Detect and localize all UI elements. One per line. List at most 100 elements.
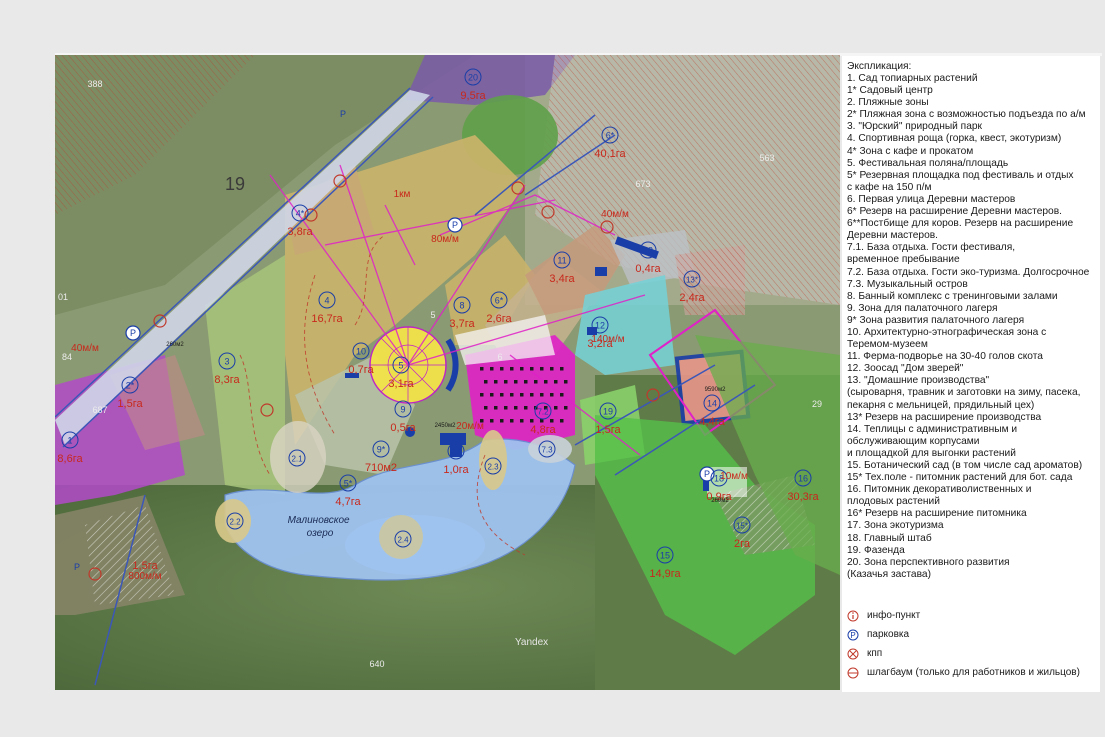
- legend-symbol-label: шлагбаум (только для работников и жильцо…: [867, 667, 1080, 678]
- zone-area: 710м2: [365, 462, 397, 474]
- cabin-dot: [524, 380, 528, 384]
- cabin-dot: [520, 367, 524, 371]
- zone-number: 5*: [344, 479, 353, 489]
- cabin-dot: [524, 406, 528, 410]
- parcel-number: 19: [225, 174, 245, 194]
- zone-number: 13*: [686, 276, 698, 285]
- parcel-number: 5: [430, 310, 435, 320]
- legend-item: 7.2. База отдыха. Гости эко-туризма. Дол…: [847, 266, 1090, 278]
- map-annotation: 9590м2: [705, 387, 726, 393]
- legend-symbol-info: инфо-пункт: [847, 610, 920, 622]
- legend-item: 1. Сад топиарных растений: [847, 73, 978, 84]
- legend-symbol-parking: P парковка: [847, 629, 909, 641]
- legend-item: 9* Зона развития палаточного лагеря: [847, 314, 1025, 326]
- info-icon: [847, 610, 859, 622]
- cabin-dot: [480, 393, 484, 397]
- zone-number: 10: [356, 347, 366, 357]
- legend-item: 13* Резерв на расширение производства: [847, 411, 1042, 423]
- cabin-dot: [494, 406, 498, 410]
- zone-area: 4,7га: [335, 496, 361, 508]
- zone-number: 6*: [495, 296, 504, 306]
- zone-area: 9,5га: [460, 90, 486, 102]
- svg-text:P: P: [130, 328, 136, 338]
- map-annotation: 140м/м: [591, 334, 624, 345]
- legend-symbol-label: кпп: [867, 648, 883, 659]
- map-annotation: 40м/м: [71, 343, 99, 354]
- zone-area: 3,4га: [549, 273, 575, 285]
- legend-symbol-label: парковка: [867, 629, 910, 640]
- map-annotation: 80м/м: [431, 234, 459, 245]
- legend-item: 5. Фестивальная поляна/площадь: [847, 157, 1009, 169]
- zone-area: 2,6га: [486, 313, 512, 325]
- zone-number: 12: [595, 321, 605, 331]
- cabin-dot: [520, 393, 524, 397]
- legend-item: 4. Спортивная роща (горка, квест, экотур…: [847, 133, 1062, 145]
- legend-item: 1* Садовый центр: [847, 85, 933, 97]
- cabin-dot: [550, 367, 554, 371]
- legend-item: 13. "Домашние производства" (сыроварня, …: [847, 375, 1081, 411]
- legend-item: 15* Тех.поле - питомник растений для бот…: [847, 472, 1073, 484]
- legend-item: 7.3. Музыкальный остров: [847, 278, 968, 290]
- zone-number: 3: [224, 357, 229, 367]
- zone-area: 0,5га: [390, 422, 416, 434]
- zone-number: 16: [798, 474, 808, 484]
- svg-text:P: P: [74, 562, 80, 572]
- lake-name-line-1: Малиновское: [288, 515, 350, 526]
- legend-item: 11. Ферма-подворье на 30-40 голов скота: [847, 351, 1043, 363]
- zone-number: 14: [707, 399, 717, 409]
- map-annotation: 2450м2: [435, 423, 456, 429]
- legend-symbol-checkpoint: кпп: [847, 648, 882, 660]
- cabin-dot: [550, 393, 554, 397]
- legend-item: 3. "Юрский" природный парк: [847, 121, 982, 133]
- map-annotation: 800м/м: [128, 571, 161, 582]
- legend-item: 14. Теплицы с административным и обслужи…: [847, 423, 1018, 459]
- cabin-dot: [500, 419, 504, 423]
- parcel-number: 29: [812, 399, 822, 409]
- legend-item: 5* Резервная площадка под фестиваль и от…: [847, 169, 1074, 193]
- master-plan-map[interactable]: P P P P P 20 9,5га 6* 40,1га 4* 3,8га 4 16,7га 3…: [55, 55, 840, 690]
- cabin-dot: [490, 367, 494, 371]
- beach-2-3[interactable]: [479, 430, 507, 490]
- cabin-dot: [514, 380, 518, 384]
- parking-icon: P: [847, 629, 859, 641]
- legend-item: 20. Зона перспективного развития (Казачь…: [847, 556, 1010, 580]
- zone-number: 5: [398, 361, 403, 371]
- legend-item: 8. Банный комплекс с тренинговыми залами: [847, 290, 1058, 302]
- zone-number: 2.2: [229, 518, 241, 527]
- zone-number: 15*: [736, 522, 748, 531]
- zone-area: 4,4га: [699, 416, 725, 428]
- zone-area: 1,0га: [443, 464, 469, 476]
- legend-item: 4* Зона с кафе и прокатом: [847, 145, 974, 157]
- zone-number: 2.1: [291, 455, 303, 464]
- parcel-number: 01: [58, 292, 68, 302]
- map-watermark: Yandex: [515, 637, 548, 648]
- cabin-dot: [484, 406, 488, 410]
- parcel-number: 388: [87, 79, 102, 89]
- parcel-number: 673: [635, 179, 650, 189]
- svg-text:P: P: [452, 220, 458, 230]
- checkpoint-icon: [847, 648, 859, 660]
- legend-item: 2* Пляжная зона с возможностью подъезда …: [847, 109, 1086, 121]
- legend-item: 12. Зоосад "Дом зверей": [847, 363, 964, 375]
- cabin-dot: [544, 380, 548, 384]
- zone-area: 2га: [734, 538, 751, 550]
- map-annotation: 260м2: [711, 498, 729, 504]
- zone-number: 7.1: [450, 448, 462, 457]
- cabin-dot: [500, 393, 504, 397]
- legend-item: 7.1. База отдыха. Гости фестиваля, време…: [847, 242, 1016, 266]
- zone-number: 9: [400, 405, 405, 415]
- zone-number: 13: [643, 246, 653, 256]
- svg-text:P: P: [850, 631, 855, 640]
- zone-area: 2,4га: [679, 292, 705, 304]
- cabin-dot: [554, 380, 558, 384]
- zone-number: 4: [324, 296, 329, 306]
- map-annotation: 260м2: [166, 342, 184, 348]
- parcel-number: 687: [92, 405, 107, 415]
- zone-number: 19: [603, 407, 613, 417]
- zone-area: 40,1га: [594, 148, 626, 160]
- zone-area: 14,9га: [649, 568, 681, 580]
- building-11: [595, 267, 607, 276]
- zone-number: 20: [468, 73, 478, 83]
- parcel-number: 6: [497, 352, 502, 362]
- cabin-dot: [530, 419, 534, 423]
